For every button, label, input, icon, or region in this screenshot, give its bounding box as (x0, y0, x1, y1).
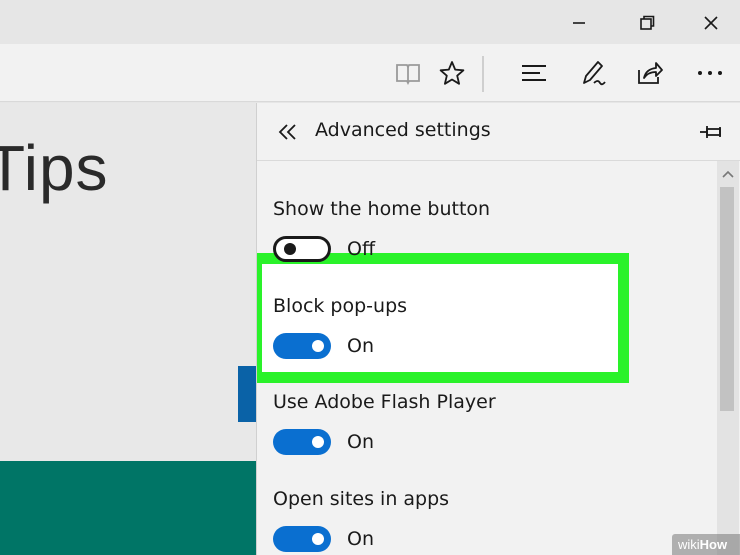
toggle-knob (312, 340, 324, 352)
scroll-thumb[interactable] (720, 187, 734, 411)
reading-view-icon (396, 64, 420, 85)
close-button[interactable] (688, 4, 734, 42)
toggle-state-text: On (347, 431, 374, 453)
reading-view-button[interactable] (388, 54, 428, 92)
toggle-state-text: On (347, 528, 374, 550)
setting-label: Open sites in apps (273, 488, 450, 510)
flash-player-toggle[interactable] (273, 429, 331, 455)
web-page-content: Tips (0, 103, 256, 555)
wikihow-watermark: wikiHow (672, 534, 740, 555)
page-title-fragment: Tips (0, 132, 109, 204)
page-teal-band (0, 461, 256, 555)
favorite-star-icon (439, 61, 465, 85)
setting-label: Show the home button (273, 198, 491, 220)
home-button-toggle[interactable] (273, 236, 331, 262)
hub-button[interactable] (514, 54, 554, 92)
more-button[interactable] (690, 54, 730, 92)
favorite-button[interactable] (432, 54, 472, 92)
scroll-up-button[interactable] (717, 165, 739, 183)
toggle-state-text: On (347, 335, 374, 357)
toggle-knob (284, 243, 296, 255)
back-button[interactable] (273, 117, 303, 147)
watermark-prefix: wiki (678, 537, 700, 552)
hub-icon (522, 65, 546, 81)
double-chevron-left-icon (278, 124, 296, 140)
advanced-settings-panel: Advanced settings Show the home button O… (256, 103, 740, 555)
toggle-state-text: Off (347, 238, 376, 260)
minimize-icon (573, 22, 585, 24)
pin-icon (700, 126, 721, 138)
setting-adobe-flash: Use Adobe Flash Player On (257, 391, 717, 481)
page-blue-block (238, 366, 256, 422)
minimize-button[interactable] (556, 4, 602, 42)
web-note-button[interactable] (574, 54, 614, 92)
toggle-knob (312, 533, 324, 545)
setting-label: Use Adobe Flash Player (273, 391, 496, 413)
chevron-up-icon (722, 170, 734, 178)
toolbar-separator (482, 56, 484, 92)
share-icon (638, 62, 663, 84)
toggle-knob (312, 436, 324, 448)
share-button[interactable] (630, 54, 670, 92)
browser-toolbar (0, 44, 740, 102)
setting-open-sites-in-apps: Open sites in apps On (257, 488, 717, 555)
setting-label: Block pop-ups (273, 295, 408, 317)
open-in-apps-toggle[interactable] (273, 526, 331, 552)
watermark-suffix: How (699, 537, 728, 552)
panel-title: Advanced settings (315, 119, 491, 141)
restore-button[interactable] (624, 4, 670, 42)
pin-button[interactable] (695, 117, 727, 147)
close-icon (704, 16, 718, 30)
setting-block-popups: Block pop-ups On (257, 295, 717, 385)
title-bar (0, 0, 740, 44)
restore-icon (640, 15, 655, 30)
web-note-icon (583, 61, 606, 86)
panel-header: Advanced settings (257, 103, 740, 161)
setting-show-home-button: Show the home button Off (257, 198, 717, 288)
panel-scrollbar[interactable] (717, 161, 739, 555)
block-popups-toggle[interactable] (273, 333, 331, 359)
more-icon (698, 71, 722, 75)
